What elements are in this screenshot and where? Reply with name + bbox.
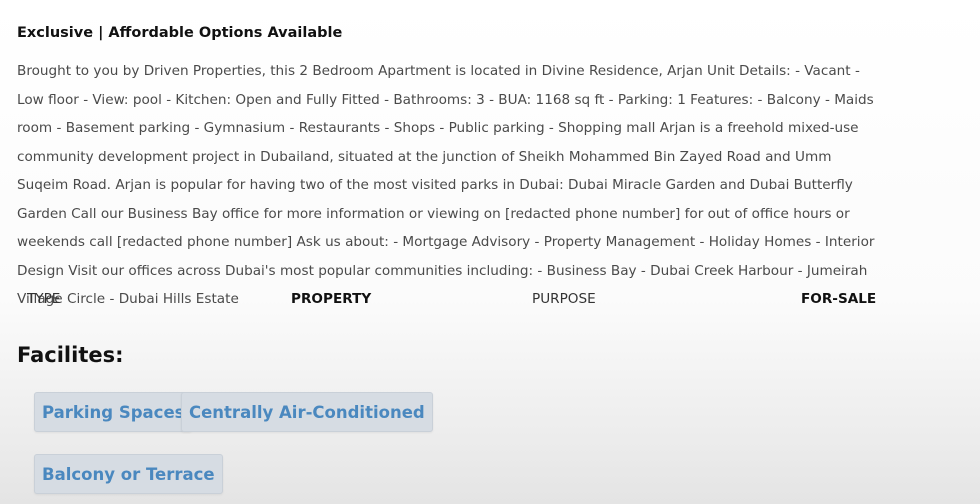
facilities-heading: Facilites: bbox=[17, 343, 124, 367]
facility-chip-centrally-air-conditioned[interactable]: Centrally Air-Conditioned bbox=[181, 392, 433, 432]
facility-chip-balcony-or-terrace[interactable]: Balcony or Terrace bbox=[34, 454, 223, 494]
type-label: TYPE bbox=[27, 291, 61, 307]
listing-description: Brought to you by Driven Properties, thi… bbox=[17, 63, 875, 307]
listing-meta-row: TYPE PROPERTY PURPOSE FOR-SALE bbox=[0, 291, 980, 313]
type-value: PROPERTY bbox=[291, 291, 372, 307]
property-listing: Exclusive | Affordable Options Available… bbox=[0, 0, 980, 504]
purpose-value: FOR-SALE bbox=[801, 291, 877, 307]
facility-chip-parking-spaces[interactable]: Parking Spaces bbox=[34, 392, 193, 432]
purpose-label: PURPOSE bbox=[532, 291, 596, 307]
listing-headline: Exclusive | Affordable Options Available bbox=[17, 25, 343, 41]
